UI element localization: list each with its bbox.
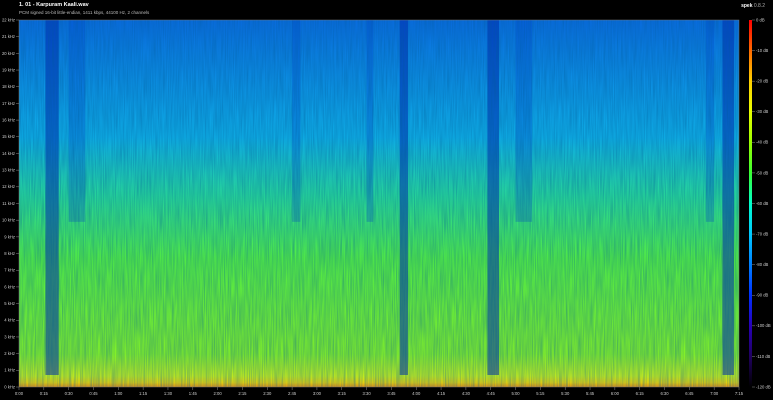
colorbar-tick-label: -50 dB [756, 170, 769, 175]
x-tick-label: 1:00 [114, 391, 123, 396]
colorbar-tick-label: -10 dB [756, 48, 769, 53]
time-axis: 0:00 0:15 0:30 0:45 1:00 1:15 1:30 1:45 2:00 2:15… [15, 387, 744, 396]
colorbar [749, 20, 752, 387]
x-tick-label: 2:30 [263, 391, 272, 396]
x-tick-label: 5:15 [536, 391, 545, 396]
colorbar-tick-label: -100 dB [756, 323, 771, 328]
y-tick-label: 12 kHz [2, 184, 15, 189]
y-tick-label: 9 kHz [4, 234, 15, 239]
y-tick-label: 8 kHz [4, 251, 15, 256]
x-tick-label: 6:15 [636, 391, 645, 396]
x-tick-label: 2:45 [288, 391, 297, 396]
y-tick-label: 14 kHz [2, 151, 15, 156]
x-tick-label: 6:30 [660, 391, 669, 396]
y-tick-label: 3 kHz [4, 334, 15, 339]
x-tick-label: 6:00 [611, 391, 620, 396]
x-tick-label: 3:30 [363, 391, 372, 396]
x-tick-label: 5:00 [511, 391, 520, 396]
y-tick-label: 19 kHz [2, 67, 15, 72]
colorbar-tick-label: -60 dB [756, 201, 769, 206]
x-tick-label: 6:45 [685, 391, 694, 396]
spectrogram-texture [19, 20, 739, 387]
colorbar-tick-label: -30 dB [756, 109, 769, 114]
colorbar-tick-label: -40 dB [756, 140, 769, 145]
x-tick-label: 4:45 [487, 391, 496, 396]
x-tick-label: 5:30 [561, 391, 570, 396]
x-tick-label: 0:30 [65, 391, 74, 396]
y-tick-label: 6 kHz [4, 284, 15, 289]
colorbar-axis: 0 dB -10 dB -20 dB -30 dB -40 dB -50 dB -60 dB… [752, 17, 771, 389]
colorbar-tick-label: -120 dB [756, 384, 771, 389]
x-tick-label: 3:00 [313, 391, 322, 396]
x-tick-label: 1:30 [164, 391, 173, 396]
x-tick-label: 0:15 [40, 391, 49, 396]
y-tick-label: 5 kHz [4, 301, 15, 306]
y-tick-label: 16 kHz [2, 117, 15, 122]
y-tick-label: 4 kHz [4, 318, 15, 323]
x-tick-label: 4:00 [412, 391, 421, 396]
y-tick-label: 21 kHz [2, 34, 15, 39]
spectrogram-chart: 0 kHz 1 kHz 2 kHz 3 kHz 4 kHz 5 kHz 6 kHz 7 kHz… [2, 17, 771, 396]
spectrogram-area [18, 19, 740, 388]
y-tick-label: 18 kHz [2, 84, 15, 89]
x-tick-label: 1:15 [139, 391, 148, 396]
y-tick-label: 0 kHz [4, 384, 15, 389]
x-tick-label: 3:45 [387, 391, 396, 396]
x-tick-label: 4:15 [437, 391, 446, 396]
x-tick-label: 7:15 [735, 391, 744, 396]
colorbar-tick-label: -90 dB [756, 293, 769, 298]
colorbar-tick-label: 0 dB [756, 17, 765, 22]
y-tick-label: 17 kHz [2, 101, 15, 106]
y-tick-label: 15 kHz [2, 134, 15, 139]
y-tick-label: 2 kHz [4, 351, 15, 356]
colorbar-tick-label: -70 dB [756, 231, 769, 236]
x-tick-label: 0:00 [15, 391, 24, 396]
colorbar-tick-label: -20 dB [756, 79, 769, 84]
x-tick-label: 3:15 [338, 391, 347, 396]
x-tick-label: 0:45 [89, 391, 98, 396]
x-tick-label: 4:30 [462, 391, 471, 396]
x-tick-label: 2:15 [238, 391, 247, 396]
y-tick-label: 1 kHz [4, 368, 15, 373]
y-tick-label: 20 kHz [2, 51, 15, 56]
x-tick-label: 5:45 [586, 391, 595, 396]
frequency-axis: 0 kHz 1 kHz 2 kHz 3 kHz 4 kHz 5 kHz 6 kHz 7 kHz… [2, 17, 19, 389]
y-tick-label: 10 kHz [2, 218, 15, 223]
y-tick-label: 11 kHz [2, 201, 15, 206]
x-tick-label: 1:45 [189, 391, 198, 396]
y-tick-label: 22 kHz [2, 17, 15, 22]
x-tick-label: 2:00 [214, 391, 223, 396]
y-tick-label: 7 kHz [4, 268, 15, 273]
x-tick-label: 7:00 [710, 391, 719, 396]
colorbar-tick-label: -110 dB [756, 354, 771, 359]
colorbar-tick-label: -80 dB [756, 262, 769, 267]
y-tick-label: 13 kHz [2, 168, 15, 173]
